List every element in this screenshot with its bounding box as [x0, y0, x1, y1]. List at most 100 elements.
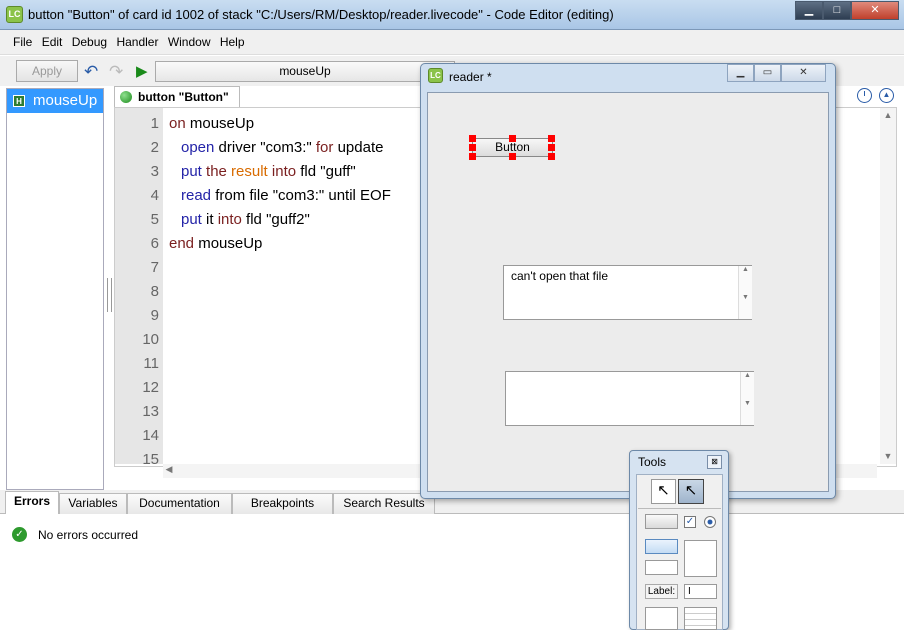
code-token: driver "com3:"	[214, 139, 316, 156]
line-number: 1	[150, 115, 159, 132]
scrolling-field-tool[interactable]	[645, 607, 678, 630]
selection-handle[interactable]	[548, 135, 555, 142]
scroll-left-icon[interactable]: ◀	[163, 464, 175, 475]
handler-selector[interactable]: mouseUp	[155, 61, 455, 82]
tab-label: button "Button"	[138, 90, 229, 104]
clock-icon[interactable]	[857, 88, 872, 103]
status-dot-icon	[120, 91, 132, 103]
redo-icon[interactable]: ↷	[109, 62, 123, 82]
selection-handle[interactable]	[509, 135, 516, 142]
scroll-down-icon[interactable]: ▼	[880, 451, 896, 461]
livecode-logo-icon: LC	[6, 6, 23, 23]
run-icon[interactable]: ▶	[136, 62, 148, 80]
code-line-5[interactable]: put it into fld "guff2"	[181, 211, 310, 228]
tab-documentation[interactable]: Documentation	[127, 493, 232, 514]
selection-handle[interactable]	[469, 135, 476, 142]
tab-variables[interactable]: Variables	[59, 493, 127, 514]
code-token: the	[201, 163, 232, 180]
stack-window-title: reader *	[449, 70, 492, 84]
menu-window[interactable]: Window	[165, 30, 214, 49]
selection-handle[interactable]	[469, 144, 476, 151]
error-status-text: No errors occurred	[38, 528, 139, 542]
browse-tool-icon[interactable]: ↖	[651, 479, 676, 504]
line-number: 3	[150, 163, 159, 180]
code-token: fld "guff2"	[241, 211, 310, 228]
tab-errors[interactable]: Errors	[5, 491, 59, 515]
radio-tool-icon[interactable]	[704, 516, 716, 528]
code-token: result	[231, 163, 268, 180]
rectangle-button-tool[interactable]	[645, 560, 678, 575]
line-number: 15	[142, 451, 159, 464]
tab-button-script[interactable]: button "Button"	[114, 86, 240, 108]
code-line-4[interactable]: read from file "com3:" until EOF	[181, 187, 391, 204]
menu-bar: File Edit Debug Handler Window Help	[0, 30, 904, 55]
code-token: put	[181, 163, 202, 180]
scroll-up-icon[interactable]: ▲	[880, 110, 896, 120]
code-line-2[interactable]: open driver "com3:" for update	[181, 139, 383, 156]
line-number: 10	[142, 331, 159, 348]
code-token: on	[169, 115, 186, 132]
selection-handle[interactable]	[509, 153, 516, 160]
apply-button[interactable]: Apply	[16, 60, 78, 82]
handler-item-mouseup[interactable]: H mouseUp	[7, 89, 103, 113]
field-scrollbar[interactable]: ▲ ▼	[740, 372, 754, 425]
minimize-button[interactable]: ▁	[795, 1, 823, 20]
selection-handle[interactable]	[548, 144, 555, 151]
line-number: 12	[142, 379, 159, 396]
code-token: from file "com3:" until EOF	[211, 187, 391, 204]
code-token: put	[181, 211, 202, 228]
stack-minimize-button[interactable]: ▁	[727, 64, 754, 82]
close-button[interactable]: ✕	[851, 1, 899, 20]
text-entry-tool[interactable]: I	[684, 584, 717, 599]
code-line-3[interactable]: put the result into fld "guff"	[181, 163, 356, 180]
code-token: into	[267, 163, 297, 180]
menu-edit[interactable]: Edit	[39, 30, 66, 49]
maximize-button[interactable]: □	[823, 1, 851, 20]
field-scrollbar[interactable]: ▲ ▼	[738, 266, 752, 319]
vertical-scrollbar[interactable]	[880, 108, 896, 464]
code-token: open	[181, 139, 215, 156]
check-icon: ✓	[12, 527, 27, 542]
livecode-logo-icon: LC	[428, 68, 443, 83]
handler-type-icon: H	[13, 95, 25, 107]
line-number: 2	[150, 139, 159, 156]
line-number-gutter: 1 2 3 4 5 6 7 8 9 10 11 12 13 14 15	[115, 108, 163, 464]
tab-breakpoints[interactable]: Breakpoints	[232, 493, 333, 514]
menu-debug[interactable]: Debug	[69, 30, 110, 49]
code-line-1[interactable]: on mouseUp	[169, 115, 254, 132]
field-guff2[interactable]: ▲ ▼	[505, 371, 754, 426]
label-tool[interactable]: Label:	[645, 584, 678, 599]
code-token: read	[181, 187, 212, 204]
code-token: mouseUp	[185, 115, 255, 132]
line-number: 9	[150, 307, 159, 324]
pane-splitter[interactable]	[107, 278, 112, 312]
line-number: 11	[143, 355, 159, 372]
selection-handle[interactable]	[469, 153, 476, 160]
handler-list[interactable]	[6, 88, 104, 490]
stack-close-button[interactable]: ✕	[781, 64, 826, 82]
line-number: 14	[142, 427, 159, 444]
table-field-tool[interactable]	[684, 607, 717, 630]
window-title: button "Button" of card id 1002 of stack…	[28, 7, 614, 22]
code-line-6[interactable]: end mouseUp	[169, 235, 262, 252]
collapse-up-icon[interactable]: ▲	[879, 88, 894, 103]
field-tool[interactable]	[684, 540, 717, 577]
checkbox-tool-icon[interactable]: ✓	[684, 516, 696, 528]
line-number: 6	[150, 235, 159, 252]
menu-handler[interactable]: Handler	[113, 30, 161, 49]
button-tool[interactable]	[645, 514, 678, 529]
pointer-tool-icon[interactable]: ↖	[678, 479, 704, 504]
menu-file[interactable]: File	[10, 30, 35, 49]
line-number: 7	[150, 259, 159, 276]
code-token: it	[201, 211, 218, 228]
stack-maximize-button[interactable]: ▭	[754, 64, 781, 82]
handler-item-label: mouseUp	[33, 92, 98, 109]
code-token: fld "guff"	[296, 163, 356, 180]
line-number: 13	[142, 403, 159, 420]
default-button-tool[interactable]	[645, 539, 678, 554]
undo-icon[interactable]: ↶	[84, 62, 98, 82]
tools-close-icon[interactable]: ⊠	[707, 455, 722, 469]
menu-help[interactable]: Help	[217, 30, 248, 49]
selection-handle[interactable]	[548, 153, 555, 160]
code-token: for	[315, 139, 334, 156]
